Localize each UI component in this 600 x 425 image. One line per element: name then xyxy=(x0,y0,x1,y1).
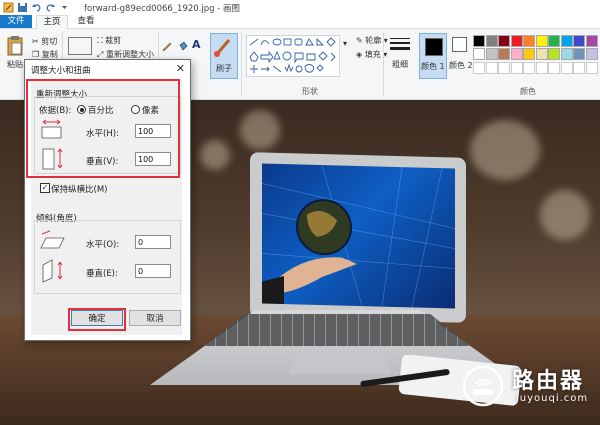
paste-icon xyxy=(7,36,23,56)
palette-swatch[interactable] xyxy=(523,35,535,47)
custom-color-slot[interactable] xyxy=(498,62,510,74)
fill-bucket-icon[interactable] xyxy=(178,41,188,54)
shapes-group-label: 形状 xyxy=(302,87,318,96)
palette-swatch[interactable] xyxy=(523,48,535,60)
customize-quick-access-icon[interactable] xyxy=(59,2,70,13)
select-button[interactable] xyxy=(68,37,92,55)
cut-label: 剪切 xyxy=(41,37,58,46)
size-button[interactable] xyxy=(389,35,411,58)
palette-swatch[interactable] xyxy=(473,48,485,60)
palette-swatch[interactable] xyxy=(485,35,498,47)
custom-color-slot[interactable] xyxy=(560,62,573,74)
palette-swatch[interactable] xyxy=(560,48,573,60)
palette-swatch[interactable] xyxy=(548,48,560,60)
brush-label: 刷子 xyxy=(216,64,232,73)
ok-button-highlight xyxy=(68,308,126,331)
router-logo-icon xyxy=(462,365,504,407)
palette-swatch[interactable] xyxy=(535,48,548,60)
size-label: 粗细 xyxy=(392,60,408,69)
palette-swatch[interactable] xyxy=(560,35,573,47)
custom-color-slot[interactable] xyxy=(548,62,560,74)
window-title: forward-g89ecd0066_1920.jpg - 画图 xyxy=(84,3,241,14)
skew-vertical-input[interactable]: 0 xyxy=(135,264,171,278)
laptop-keyboard xyxy=(205,314,470,346)
watermark-url: luyouqi.com xyxy=(516,393,589,404)
custom-color-slot[interactable] xyxy=(473,62,485,74)
brush-icon xyxy=(214,39,231,57)
horizontal-skew-icon xyxy=(40,230,65,249)
pencil-icon[interactable] xyxy=(162,41,172,54)
save-icon[interactable] xyxy=(17,2,28,13)
custom-color-slot[interactable] xyxy=(573,62,585,74)
palette-swatch[interactable] xyxy=(498,48,510,60)
keep-ratio-label: 保持纵横比(M) xyxy=(51,185,108,195)
palette-swatch[interactable] xyxy=(498,35,510,47)
watermark: 路由器 luyouqi.com xyxy=(462,363,597,411)
palette-swatch[interactable] xyxy=(510,35,523,47)
outline-label: 轮廓 xyxy=(365,36,382,45)
cut-button[interactable]: ✂ 剪切 xyxy=(32,36,57,47)
palette-swatch[interactable] xyxy=(573,35,585,47)
undo-icon[interactable] xyxy=(31,2,42,13)
color2-button[interactable]: 颜色 2 xyxy=(449,37,473,77)
tab-file[interactable]: 文件 xyxy=(0,15,32,28)
palette-swatch[interactable] xyxy=(485,48,498,60)
skew-horizontal-label: 水平(O): xyxy=(86,240,120,250)
watermark-title: 路由器 xyxy=(512,369,585,394)
crop-button[interactable]: ⛶ 裁剪 xyxy=(97,35,121,46)
skew-vertical-label: 垂直(E): xyxy=(86,269,118,279)
resize-label: 重新调整大小 xyxy=(105,50,154,59)
copy-label: 复制 xyxy=(41,50,58,59)
palette-swatch[interactable] xyxy=(585,48,598,60)
colors-group-label: 颜色 xyxy=(520,87,536,96)
palette-swatch[interactable] xyxy=(535,35,548,47)
palette-swatch[interactable] xyxy=(510,48,523,60)
color1-button[interactable]: 颜色 1 xyxy=(419,33,447,79)
palette-swatch[interactable] xyxy=(548,35,560,47)
dialog-title: 调整大小和扭曲 xyxy=(31,66,91,76)
custom-color-slot[interactable] xyxy=(510,62,523,74)
custom-color-slot[interactable] xyxy=(485,62,498,74)
shapes-scroll-icon[interactable]: ▾ xyxy=(343,39,347,48)
laptop-screen xyxy=(262,163,455,309)
brush-button[interactable]: 刷子 xyxy=(210,33,238,79)
resize-section-highlight xyxy=(26,79,180,178)
tab-home[interactable]: 主页 xyxy=(36,15,68,29)
close-icon[interactable]: ✕ xyxy=(176,62,185,75)
paste-label: 粘贴 xyxy=(7,60,23,69)
tab-view[interactable]: 查看 xyxy=(70,15,102,28)
custom-color-slot[interactable] xyxy=(523,62,535,74)
redo-icon[interactable] xyxy=(45,2,56,13)
paint-app-icon xyxy=(3,2,14,13)
palette-swatch[interactable] xyxy=(473,35,485,47)
crop-label: 裁剪 xyxy=(105,36,122,45)
fill-label: 填充 xyxy=(364,50,381,59)
shapes-gallery[interactable] xyxy=(246,35,340,77)
ribbon-tabs: 文件 主页 查看 xyxy=(0,15,600,29)
line-width-icon xyxy=(390,38,410,50)
paste-button[interactable] xyxy=(6,35,24,60)
cancel-button[interactable]: 取消 xyxy=(129,310,181,326)
palette-swatch[interactable] xyxy=(585,35,598,47)
custom-color-slot[interactable] xyxy=(535,62,548,74)
title-bar: forward-g89ecd0066_1920.jpg - 画图 xyxy=(0,0,600,15)
text-tool-icon[interactable]: A xyxy=(192,38,201,51)
skew-horizontal-input[interactable]: 0 xyxy=(135,235,171,249)
color1-swatch xyxy=(425,38,443,56)
palette-swatch[interactable] xyxy=(573,48,585,60)
custom-color-slot[interactable] xyxy=(585,62,598,74)
vertical-skew-icon xyxy=(42,259,63,283)
color2-swatch xyxy=(452,37,467,52)
keep-ratio-checkbox[interactable]: ✓ xyxy=(40,183,50,193)
color2-label: 颜色 2 xyxy=(449,61,473,70)
color1-label: 颜色 1 xyxy=(421,62,445,71)
